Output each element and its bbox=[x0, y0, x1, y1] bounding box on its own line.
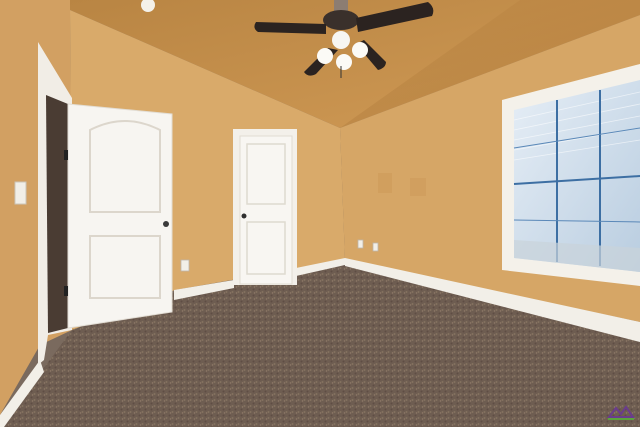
door-knob-icon bbox=[163, 221, 169, 227]
fan-light-icon bbox=[336, 54, 352, 70]
brand-logo-icon bbox=[606, 405, 635, 420]
fan-light-icon bbox=[352, 42, 368, 58]
back-door-knob-icon bbox=[241, 213, 247, 219]
outlet-right-2 bbox=[372, 242, 379, 252]
room-illustration bbox=[0, 0, 640, 427]
fan-light-icon bbox=[317, 48, 333, 64]
fan-blade bbox=[254, 22, 326, 34]
light-switch[interactable] bbox=[14, 181, 27, 205]
wall-patch bbox=[410, 178, 426, 196]
back-door[interactable] bbox=[233, 129, 297, 285]
room-photo bbox=[0, 0, 640, 427]
outlet-left bbox=[180, 259, 190, 272]
left-door-opening bbox=[46, 95, 68, 333]
fan-light-icon bbox=[332, 31, 350, 49]
window bbox=[502, 64, 640, 286]
wall-patch bbox=[378, 173, 392, 193]
outlet-right-1 bbox=[357, 239, 364, 249]
closet-door-open[interactable] bbox=[64, 103, 173, 329]
